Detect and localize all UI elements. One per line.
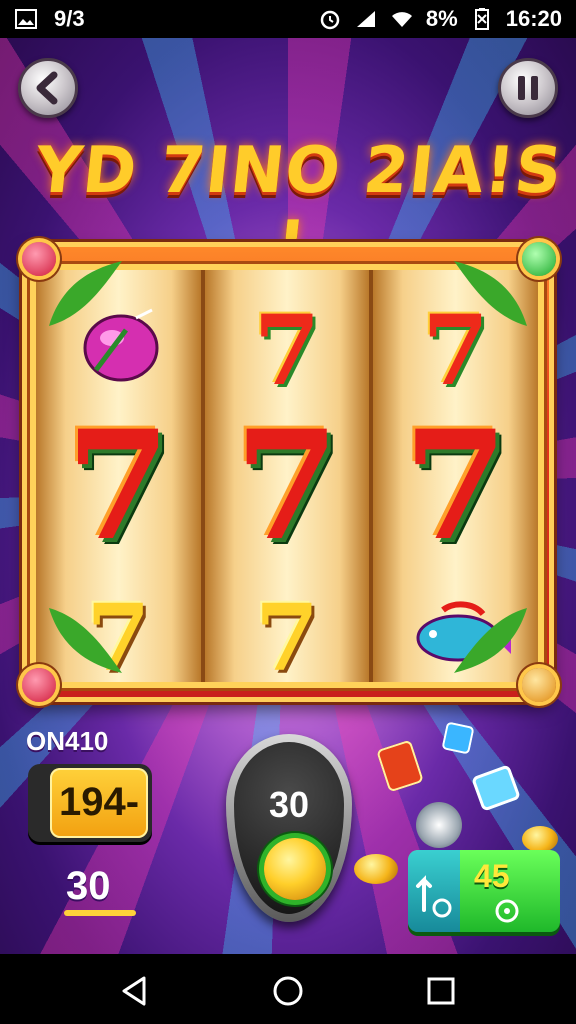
seven-symbol: 7 [234, 398, 340, 574]
recents-nav-icon[interactable] [424, 974, 458, 1008]
wifi-icon [391, 12, 412, 27]
battery-icon [474, 8, 489, 30]
win-button-left [408, 850, 460, 932]
bet-value[interactable]: 30 [66, 864, 111, 909]
win-value: 45 [474, 858, 510, 894]
home-nav-icon[interactable] [271, 974, 305, 1008]
signal-icon [356, 11, 375, 27]
gold-coin-icon [354, 854, 398, 884]
seven-symbol-gold: 7 [255, 584, 320, 682]
leaf-decoration [49, 261, 122, 326]
back-nav-icon[interactable] [118, 974, 152, 1008]
spin-button-face: 30 [234, 742, 344, 914]
leaf-decoration [454, 261, 527, 326]
battery-percent: 8% [425, 6, 458, 31]
status-left-text: 9/3 [54, 6, 85, 31]
card-chip-icon [441, 721, 475, 755]
seven-symbol: 7 [403, 398, 508, 574]
clock: 16:20 [505, 6, 562, 31]
leaf-decoration [454, 608, 527, 673]
credit-display: 194- [28, 764, 152, 842]
credit-value: 194- [58, 780, 140, 824]
compass-icon [416, 802, 462, 848]
seven-symbol: 7 [66, 398, 171, 574]
bet-underline [64, 910, 136, 916]
gallery-icon [15, 9, 37, 29]
credit-value-box: 194- [50, 768, 148, 838]
game-screen: YD 7INO 2IA!S ! 7 7 7 7 7 7 7 [0, 38, 576, 954]
navigation-bar [0, 954, 576, 1024]
pause-button[interactable] [498, 58, 558, 118]
spin-value: 30 [268, 784, 310, 825]
pause-icon [518, 76, 538, 100]
back-arrow-icon [36, 71, 58, 105]
target-icon [495, 899, 519, 923]
seven-symbol: 7 [253, 294, 321, 407]
alarm-icon [320, 10, 340, 30]
gold-coin-icon [522, 826, 558, 852]
coin-icon [264, 838, 326, 900]
arrow-up-icon [416, 875, 452, 918]
win-button[interactable]: 45 [408, 850, 560, 932]
reel-2: 7 7 7 [204, 270, 374, 682]
leaf-decoration [49, 608, 122, 673]
credits-label: ON410 [26, 726, 109, 756]
status-bar: 9/3 8% 16:20 [0, 0, 576, 38]
back-button[interactable] [18, 58, 78, 118]
